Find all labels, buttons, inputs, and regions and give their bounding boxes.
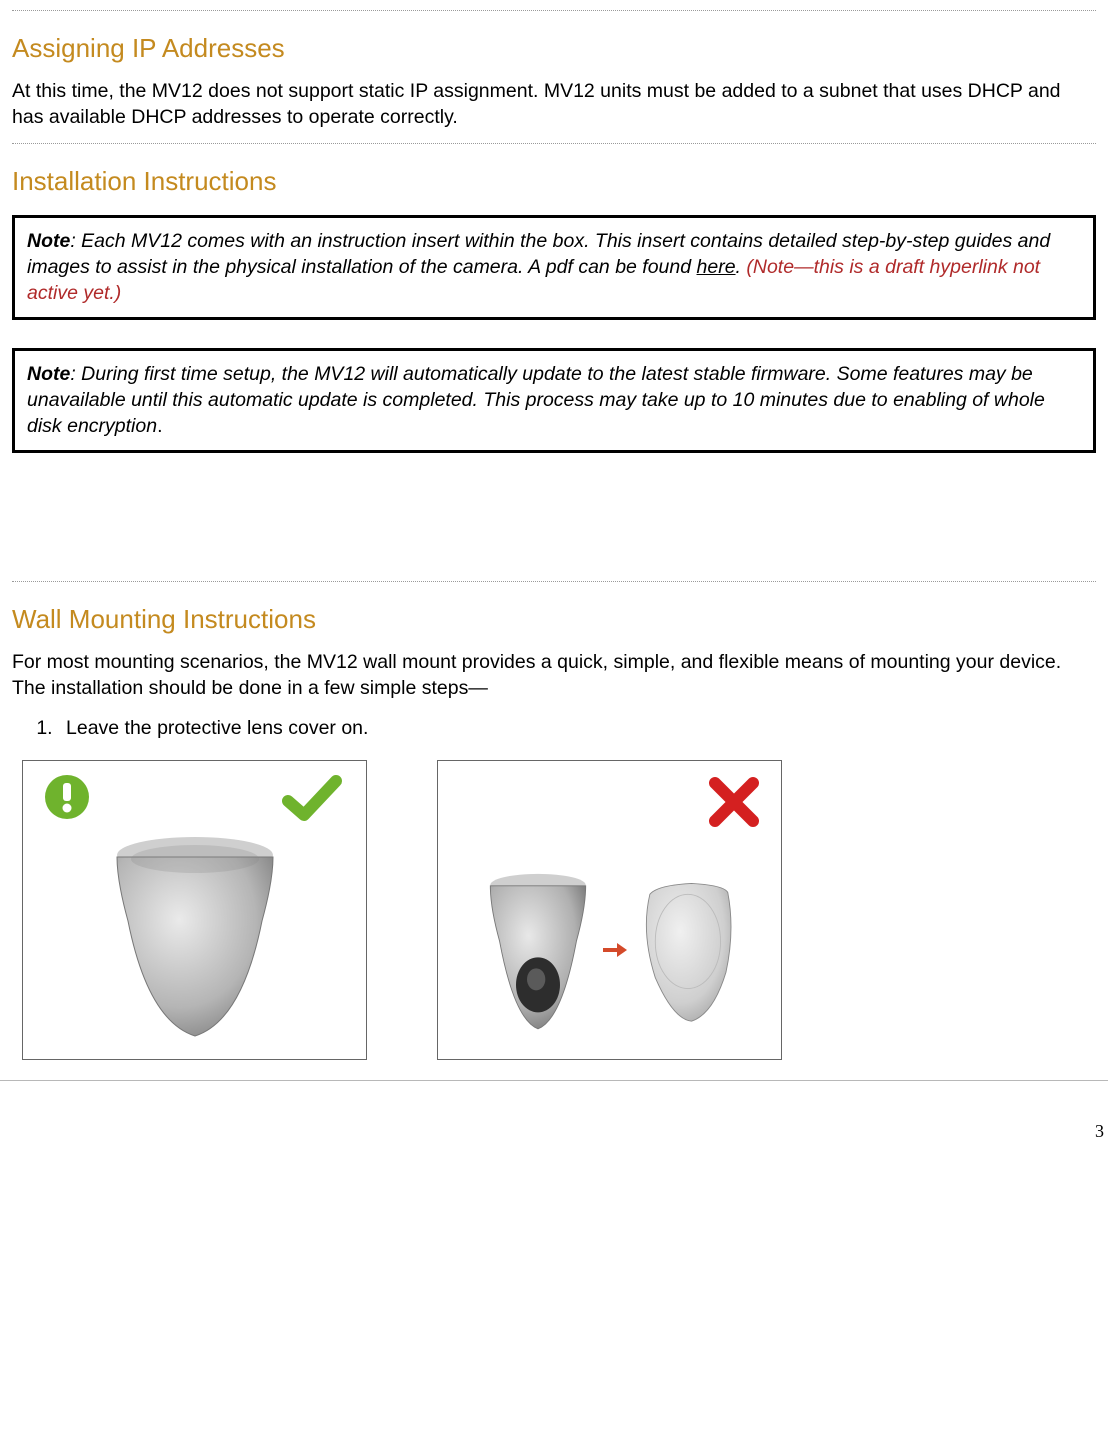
note-body: : During first time setup, the MV12 will… [27,363,1045,438]
divider [0,1080,1108,1081]
divider [12,10,1096,11]
camera-cover-off-icon [483,865,737,1035]
step-1: Leave the protective lens cover on. [58,717,1096,740]
note-label: Note [27,230,70,252]
note-label: Note [27,363,70,385]
note-box-firmware: Note: During first time setup, the MV12 … [12,348,1096,453]
heading-installation: Installation Instructions [12,166,1096,197]
body-wall-mounting: For most mounting scenarios, the MV12 wa… [12,649,1096,702]
check-icon [282,775,342,823]
caution-icon [43,773,91,821]
camera-cover-on-icon [100,831,290,1041]
page-number: 3 [0,1101,1108,1146]
note-after: . [157,415,162,437]
body-assigning-ip: At this time, the MV12 does not support … [12,78,1096,131]
steps-list: Leave the protective lens cover on. [58,717,1096,740]
image-correct [22,760,367,1060]
divider [12,143,1096,144]
heading-assigning-ip: Assigning IP Addresses [12,33,1096,64]
note-after: . [736,256,741,278]
x-icon [707,775,761,829]
arrow-icon [601,940,629,960]
divider [12,581,1096,582]
here-link[interactable]: here [697,256,736,278]
note-box-insert: Note: Each MV12 comes with an instructio… [12,215,1096,320]
heading-wall-mounting: Wall Mounting Instructions [12,604,1096,635]
image-row [22,760,1096,1060]
image-incorrect [437,760,782,1060]
